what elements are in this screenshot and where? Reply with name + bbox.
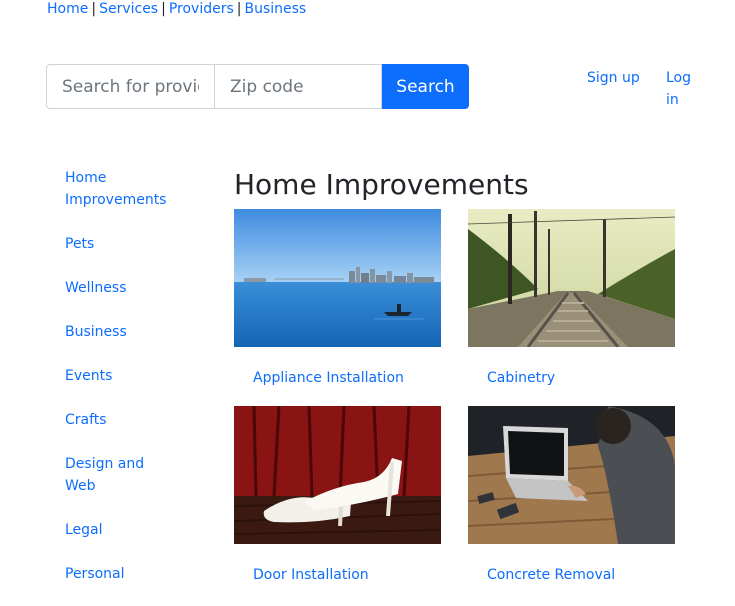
service-card: Door Installation [234,406,441,584]
top-navigation: Home | Services | Providers | Business [47,0,306,18]
sidebar-item-crafts[interactable]: Crafts [65,409,175,431]
sidebar-item-home-improvements[interactable]: Home Improvements [65,167,175,211]
service-link-door-installation[interactable]: Door Installation [253,566,441,584]
nav-separator: | [91,1,97,17]
page-title: Home Improvements [234,168,529,201]
sidebar-item-legal[interactable]: Legal [65,519,175,541]
nav-link-providers[interactable]: Providers [169,1,234,17]
sidebar-item-design-and-web[interactable]: Design and Web [65,453,175,497]
service-link-cabinetry[interactable]: Cabinetry [487,369,675,387]
nav-link-business[interactable]: Business [244,1,306,17]
provider-search-input[interactable] [46,64,215,109]
zip-code-input[interactable] [215,64,382,109]
person-with-laptop-photo[interactable] [468,406,675,544]
sidebar-item-events[interactable]: Events [65,365,175,387]
service-card: Concrete Removal [468,406,675,584]
search-form: Search [46,64,469,109]
sidebar-item-wellness[interactable]: Wellness [65,277,175,299]
service-link-concrete-removal[interactable]: Concrete Removal [487,566,675,584]
signup-link[interactable]: Sign up [587,67,640,89]
service-card: Cabinetry [468,209,675,387]
service-link-appliance-installation[interactable]: Appliance Installation [253,369,441,387]
nav-separator: | [236,1,242,17]
category-sidebar: Home Improvements Pets Wellness Business… [65,167,175,606]
sidebar-item-pets[interactable]: Pets [65,233,175,255]
nav-link-services[interactable]: Services [99,1,158,17]
service-card: Appliance Installation [234,209,441,387]
nav-separator: | [161,1,166,17]
sidebar-item-business[interactable]: Business [65,321,175,343]
bay-with-rowboat-photo[interactable] [234,209,441,347]
login-link[interactable]: Log in [666,67,698,111]
white-heels-photo[interactable] [234,406,441,544]
sidebar-item-personal[interactable]: Personal [65,563,175,585]
nav-link-home[interactable]: Home [47,1,88,17]
search-button[interactable]: Search [382,64,469,109]
railway-tracks-photo[interactable] [468,209,675,347]
